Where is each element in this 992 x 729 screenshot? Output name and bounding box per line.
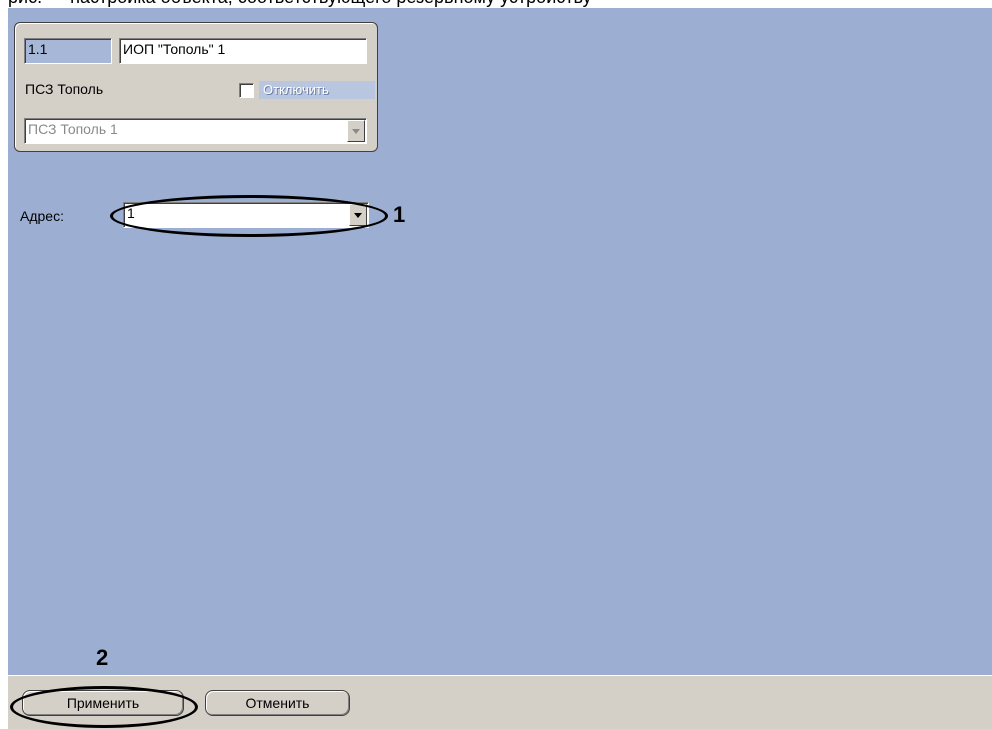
chevron-down-icon	[347, 120, 365, 142]
disable-checkbox[interactable]	[239, 83, 254, 98]
parent-object-select-value: ПСЗ Тополь 1	[28, 121, 118, 137]
cancel-button[interactable]: Отменить	[205, 690, 350, 716]
callout-number-2: 2	[96, 645, 109, 670]
top-caption-strip: рис. — настройка объекта, соответствующе…	[0, 0, 992, 8]
object-id-field[interactable]: 1.1	[24, 38, 112, 64]
callout-ellipse-apply	[10, 686, 198, 728]
parent-object-select: ПСЗ Тополь 1	[24, 118, 367, 144]
address-label: Адрес:	[20, 208, 64, 224]
parent-object-label: ПСЗ Тополь	[25, 81, 104, 97]
object-name-field[interactable]: ИОП "Тополь" 1	[119, 38, 367, 64]
disable-checkbox-label: Отключить	[259, 81, 375, 99]
callout-number-1: 1	[393, 202, 406, 227]
object-group-box: 1.1 ИОП "Тополь" 1 ПСЗ Тополь Отключить …	[14, 22, 378, 152]
top-caption: рис. — настройка объекта, соответствующе…	[8, 0, 592, 8]
callout-ellipse-address	[110, 195, 388, 237]
settings-panel: 1.1 ИОП "Тополь" 1 ПСЗ Тополь Отключить …	[8, 8, 992, 675]
